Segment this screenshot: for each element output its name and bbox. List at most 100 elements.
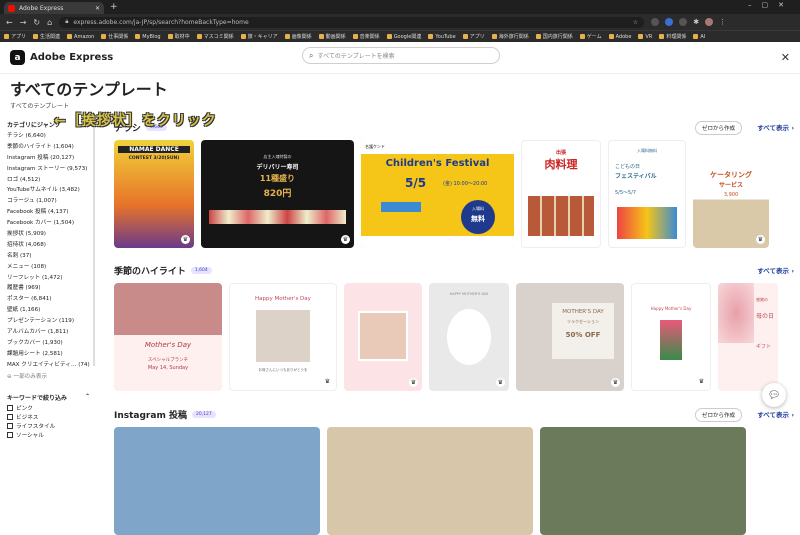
template-card-mothers-photo[interactable]: Happy Mother's Day お母さんにいつもありがとうを ♛ (229, 283, 337, 391)
keyword-filter[interactable]: ソーシャル (7, 431, 96, 440)
bookmark-item[interactable]: 旅・キャリア (241, 33, 278, 40)
close-tab-icon[interactable]: ✕ (95, 5, 100, 12)
bookmark-item[interactable]: Amazon (67, 34, 94, 40)
keyword-header[interactable]: キーワードで絞り込み⌃ (7, 393, 96, 402)
category-link[interactable]: MAX クリエイティビティ… (74) (7, 360, 96, 371)
profile-avatar[interactable] (705, 18, 713, 26)
category-link[interactable]: Instagram 投稿 (20,127) (7, 153, 96, 164)
extension-icon[interactable] (665, 18, 673, 26)
category-link[interactable]: 課題用シート (2,581) (7, 349, 96, 360)
url-bar[interactable]: 🔒︎express.adobe.com/ja-JP/sp/search?home… (59, 17, 644, 28)
bookmark-item[interactable]: 生活関連 (33, 33, 60, 40)
keyword-filter[interactable]: ピンク (7, 404, 96, 413)
category-link[interactable]: 履歴書 (969) (7, 283, 96, 294)
template-card-niku[interactable]: 出張 肉料理 (521, 140, 601, 248)
bookmark-item[interactable]: AI (693, 34, 705, 40)
bookmark-item[interactable]: アプリ (4, 33, 26, 40)
show-less-link[interactable]: ⊖ 一部のみ表示 (7, 371, 96, 383)
category-link[interactable]: 挨拶状 (5,909) (7, 229, 96, 240)
template-card-mothers-tulip[interactable]: Happy Mother's Day ♛ (631, 283, 711, 391)
adobe-express-logo-icon[interactable]: a (10, 50, 25, 65)
new-tab-icon[interactable]: + (110, 2, 118, 12)
show-all-link[interactable]: すべて表示 › (757, 265, 794, 275)
category-link[interactable]: 招待状 (4,068) (7, 240, 96, 251)
category-link[interactable]: Facebook 投稿 (4,137) (7, 207, 96, 218)
category-link[interactable]: ブックカバー (1,930) (7, 338, 96, 349)
bookmark-item[interactable]: YouTube (428, 34, 455, 40)
category-link[interactable]: ロゴ (4,512) (7, 175, 96, 186)
bookmark-item[interactable]: ゲーム (580, 33, 602, 40)
category-link[interactable]: 季節のハイライト (1,604) (7, 142, 96, 153)
template-card-childrens-festival[interactable]: 名護ケンド Children's Festival 5/5 (金) 10:00～… (361, 140, 514, 248)
create-from-scratch-button[interactable]: ゼロから作成 (695, 408, 742, 422)
extensions-puzzle-icon[interactable]: ✱ (693, 18, 699, 26)
bookmark-item[interactable]: 動画関係 (319, 33, 346, 40)
forward-icon[interactable]: → (20, 18, 27, 27)
template-card-mothers-gift[interactable]: 感謝の 母の日 ギフト (718, 283, 778, 391)
bookmark-item[interactable]: 画像関係 (285, 33, 312, 40)
checkbox[interactable] (7, 414, 13, 420)
bookmark-item[interactable]: マスコミ関係 (197, 33, 234, 40)
bookmark-item[interactable]: VR (638, 34, 652, 40)
keyword-filter[interactable]: ライフスタイル (7, 422, 96, 431)
app-name: Adobe Express (30, 52, 113, 63)
template-card-insta-1[interactable] (114, 427, 320, 535)
show-all-link[interactable]: すべて表示 › (757, 409, 794, 419)
browser-tab[interactable]: Adobe Express✕ (4, 2, 104, 14)
extension-icon[interactable] (651, 18, 659, 26)
template-card-mothers-gray[interactable]: HAPPY MOTHER'S DAY ♛ (429, 283, 509, 391)
category-link[interactable]: プレゼンテーション (119) (7, 316, 96, 327)
card-photo (447, 309, 491, 365)
bookmark-item[interactable]: 海外旅行関係 (492, 33, 529, 40)
template-card-dance[interactable]: NAMAE DANCE CONTEST 3/20(SUN) ♛ (114, 140, 194, 248)
category-link[interactable]: チラシ (6,640) (7, 131, 96, 142)
template-card-kodomo[interactable]: 入場料無料 こどもの日 フェスティバル 5/5～5/7 (608, 140, 686, 248)
home-icon[interactable]: ⌂ (47, 18, 52, 27)
template-card-catering[interactable]: ケータリング サービス 3,900 ♛ (693, 140, 769, 248)
show-all-link[interactable]: すべて表示 › (757, 122, 794, 132)
sidebar-scrollbar[interactable] (93, 126, 95, 366)
bookmark-item[interactable]: アプリ (463, 33, 485, 40)
back-icon[interactable]: ← (6, 18, 13, 27)
bookmark-item[interactable]: 仕事関係 (101, 33, 128, 40)
category-link[interactable]: Facebook カバー (1,504) (7, 218, 96, 229)
bookmark-item[interactable]: 音楽関係 (353, 33, 380, 40)
bookmark-item[interactable]: Google関連 (387, 33, 422, 40)
menu-dots-icon[interactable]: ⋮ (719, 18, 726, 26)
template-card-insta-3[interactable] (540, 427, 746, 535)
category-link[interactable]: YouTubeサムネイル (3,482) (7, 185, 96, 196)
checkbox[interactable] (7, 432, 13, 438)
bookmark-item[interactable]: MyBlog (135, 34, 160, 40)
template-card-mothers-relax[interactable]: MOTHER'S DAY リラクゼーション 50% OFF ♛ (516, 283, 624, 391)
category-link[interactable]: Instagram ストーリー (9,573) (7, 164, 96, 175)
category-link[interactable]: ポスター (6,841) (7, 294, 96, 305)
template-card-sushi[interactable]: 店主入魂特製の デリバリー寿司 11種盛り 820円 ♛ (201, 140, 354, 248)
checkbox[interactable] (7, 405, 13, 411)
url-text: express.adobe.com/ja-JP/sp/search?homeBa… (73, 19, 248, 26)
chat-help-button[interactable]: 💬︎ (762, 383, 786, 407)
bookmark-item[interactable]: 国内旅行関係 (536, 33, 573, 40)
window-controls[interactable]: –▢✕ (748, 1, 794, 9)
bookmark-item[interactable]: 料理関係 (659, 33, 686, 40)
category-link[interactable]: 名刺 (37) (7, 251, 96, 262)
template-search-input[interactable]: ⌕すべてのテンプレートを検索 (302, 47, 500, 64)
template-card-mothers-pink[interactable]: ♛ (344, 283, 422, 391)
category-link[interactable]: アルバムカバー (1,811) (7, 327, 96, 338)
create-from-scratch-button[interactable]: ゼロから作成 (695, 121, 742, 135)
chevron-up-icon[interactable]: ⌃ (85, 393, 90, 402)
extension-icon[interactable] (679, 18, 687, 26)
category-link[interactable]: 壁紙 (1,166) (7, 305, 96, 316)
bookmark-item[interactable]: 取材中 (168, 33, 190, 40)
reload-icon[interactable]: ↻ (33, 18, 40, 27)
template-card-insta-2[interactable] (327, 427, 533, 535)
category-link[interactable]: リーフレット (1,472) (7, 273, 96, 284)
breadcrumb[interactable]: すべてのテンプレート (10, 101, 790, 110)
template-card-mothers-brunch[interactable]: Mother's Day スペシャルブランチ May 14, Sunday (114, 283, 222, 391)
bookmark-star-icon[interactable]: ☆ (633, 19, 638, 26)
close-icon[interactable]: ✕ (781, 51, 790, 64)
keyword-filter[interactable]: ビジネス (7, 413, 96, 422)
category-link[interactable]: メニュー (108) (7, 262, 96, 273)
category-link[interactable]: コラージュ (1,007) (7, 196, 96, 207)
checkbox[interactable] (7, 423, 13, 429)
bookmark-item[interactable]: Adobe (609, 34, 632, 40)
